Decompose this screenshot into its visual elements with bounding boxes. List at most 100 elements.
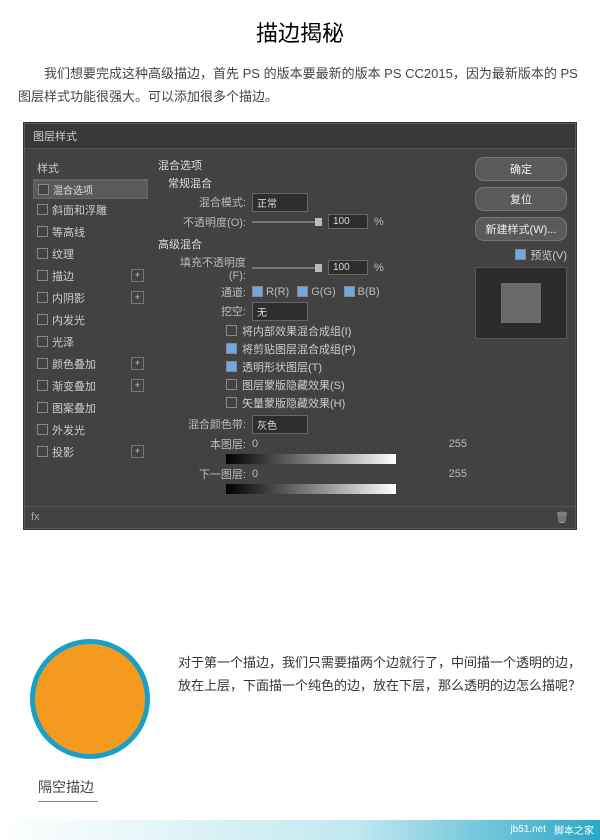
- style-checkbox[interactable]: [37, 446, 48, 457]
- style-label: 混合选项: [53, 182, 143, 197]
- style-row[interactable]: 光泽: [33, 331, 148, 353]
- knockout-select[interactable]: 无: [252, 302, 308, 321]
- dialog-titlebar: 图层样式: [25, 124, 575, 149]
- style-label: 光泽: [52, 334, 144, 350]
- opacity-value[interactable]: 100: [328, 214, 368, 229]
- style-label: 等高线: [52, 224, 144, 240]
- option-checkbox[interactable]: [226, 361, 237, 372]
- under-layer-label: 下一图层:: [180, 466, 246, 482]
- sample-circle: [30, 639, 150, 759]
- style-row[interactable]: 投影 +: [33, 441, 148, 463]
- option-label: 矢量蒙版隐藏效果(H): [242, 395, 345, 411]
- style-checkbox[interactable]: [37, 204, 48, 215]
- style-checkbox[interactable]: [37, 358, 48, 369]
- group-advanced: 高级混合: [158, 236, 467, 252]
- advanced-option[interactable]: 将内部效果混合成组(I): [226, 323, 467, 339]
- preview-label: 预览(V): [530, 247, 567, 263]
- option-checkbox[interactable]: [226, 397, 237, 408]
- option-checkbox[interactable]: [226, 379, 237, 390]
- style-checkbox[interactable]: [37, 424, 48, 435]
- sample-caption: 隔空描边: [38, 777, 600, 797]
- channel-b-checkbox[interactable]: [344, 286, 355, 297]
- fx-icon[interactable]: fx: [31, 511, 40, 524]
- blendif-select[interactable]: 灰色: [252, 415, 308, 434]
- preview-box: [475, 267, 567, 339]
- style-row[interactable]: 等高线: [33, 221, 148, 243]
- advanced-option[interactable]: 透明形状图层(T): [226, 359, 467, 375]
- advanced-option[interactable]: 将剪贴图层混合成组(P): [226, 341, 467, 357]
- blendif-label: 混合颜色带:: [180, 416, 246, 432]
- knockout-label: 挖空:: [180, 303, 246, 319]
- style-row[interactable]: 混合选项: [33, 180, 148, 199]
- add-effect-icon[interactable]: +: [131, 269, 144, 282]
- style-label: 描边: [52, 268, 127, 284]
- option-checkbox[interactable]: [226, 325, 237, 336]
- style-checkbox[interactable]: [37, 226, 48, 237]
- style-label: 渐变叠加: [52, 378, 127, 394]
- style-row[interactable]: 描边 +: [33, 265, 148, 287]
- style-row[interactable]: 外发光: [33, 419, 148, 441]
- style-checkbox[interactable]: [37, 380, 48, 391]
- add-effect-icon[interactable]: +: [131, 445, 144, 458]
- style-checkbox[interactable]: [37, 270, 48, 281]
- fill-opacity-slider[interactable]: [252, 267, 322, 269]
- style-row[interactable]: 颜色叠加+: [33, 353, 148, 375]
- style-label: 斜面和浮雕: [52, 202, 144, 218]
- preview-checkbox[interactable]: [515, 249, 526, 260]
- page-footer: jb51.net 脚本之家: [0, 820, 600, 840]
- blend-mode-label: 混合模式:: [180, 194, 246, 210]
- layer-style-dialog: 图层样式 样式 混合选项斜面和浮雕等高线纹理描边+内阴影+内发光光泽颜色叠加+渐…: [24, 123, 576, 529]
- trash-icon[interactable]: 🗑: [555, 511, 569, 524]
- channels-label: 通道:: [180, 284, 246, 300]
- under-layer-gradient[interactable]: [226, 484, 396, 494]
- fill-opacity-unit: %: [374, 262, 384, 274]
- style-row[interactable]: 内阴影 +: [33, 287, 148, 309]
- under-b: 255: [449, 468, 467, 480]
- style-row[interactable]: 渐变叠加 +: [33, 375, 148, 397]
- add-effect-icon[interactable]: +: [131, 291, 144, 304]
- style-checkbox[interactable]: [37, 402, 48, 413]
- group-general: 常规混合: [168, 175, 467, 191]
- under-a: 0: [252, 468, 258, 480]
- style-checkbox[interactable]: [38, 184, 49, 195]
- style-checkbox[interactable]: [37, 292, 48, 303]
- channel-b-label: B(B): [358, 286, 380, 298]
- opacity-label: 不透明度(O):: [180, 214, 246, 230]
- style-row[interactable]: 斜面和浮雕: [33, 199, 148, 221]
- cancel-button[interactable]: 复位: [475, 187, 567, 211]
- blend-mode-select[interactable]: 正常: [252, 193, 308, 212]
- page-title: 描边揭秘: [18, 16, 582, 48]
- ok-button[interactable]: 确定: [475, 157, 567, 181]
- style-checkbox[interactable]: [37, 336, 48, 347]
- add-effect-icon[interactable]: +: [131, 379, 144, 392]
- add-effect-icon[interactable]: +: [131, 357, 144, 370]
- this-layer-gradient[interactable]: [226, 454, 396, 464]
- fill-opacity-value[interactable]: 100: [328, 260, 368, 275]
- channel-g-checkbox[interactable]: [297, 286, 308, 297]
- opacity-slider[interactable]: [252, 221, 322, 223]
- this-b: 255: [449, 438, 467, 450]
- style-label: 图案叠加: [52, 400, 144, 416]
- sample-text: 对于第一个描边，我们只需要描两个边就行了，中间描一个透明的边，放在上层，下面描一…: [178, 639, 582, 698]
- new-style-button[interactable]: 新建样式(W)...: [475, 217, 567, 241]
- advanced-option[interactable]: 矢量蒙版隐藏效果(H): [226, 395, 467, 411]
- channel-r-checkbox[interactable]: [252, 286, 263, 297]
- style-row[interactable]: 纹理: [33, 243, 148, 265]
- style-checkbox[interactable]: [37, 248, 48, 259]
- style-checkbox[interactable]: [37, 314, 48, 325]
- style-label: 纹理: [52, 246, 144, 262]
- footer-site: jb51.net: [510, 824, 546, 835]
- style-label: 投影: [52, 444, 127, 460]
- caption-underline: [38, 801, 98, 802]
- option-label: 将内部效果混合成组(I): [242, 323, 351, 339]
- mid-section-title: 混合选项: [158, 157, 467, 173]
- channel-g-label: G(G): [311, 286, 335, 298]
- option-checkbox[interactable]: [226, 343, 237, 354]
- style-row[interactable]: 图案叠加: [33, 397, 148, 419]
- style-label: 内阴影: [52, 290, 127, 306]
- advanced-option[interactable]: 图层蒙版隐藏效果(S): [226, 377, 467, 393]
- intro-paragraph: 我们想要完成这种高级描边，首先 PS 的版本要最新的版本 PS CC2015，因…: [18, 62, 582, 109]
- style-row[interactable]: 内发光: [33, 309, 148, 331]
- this-layer-label: 本图层:: [180, 436, 246, 452]
- style-label: 内发光: [52, 312, 144, 328]
